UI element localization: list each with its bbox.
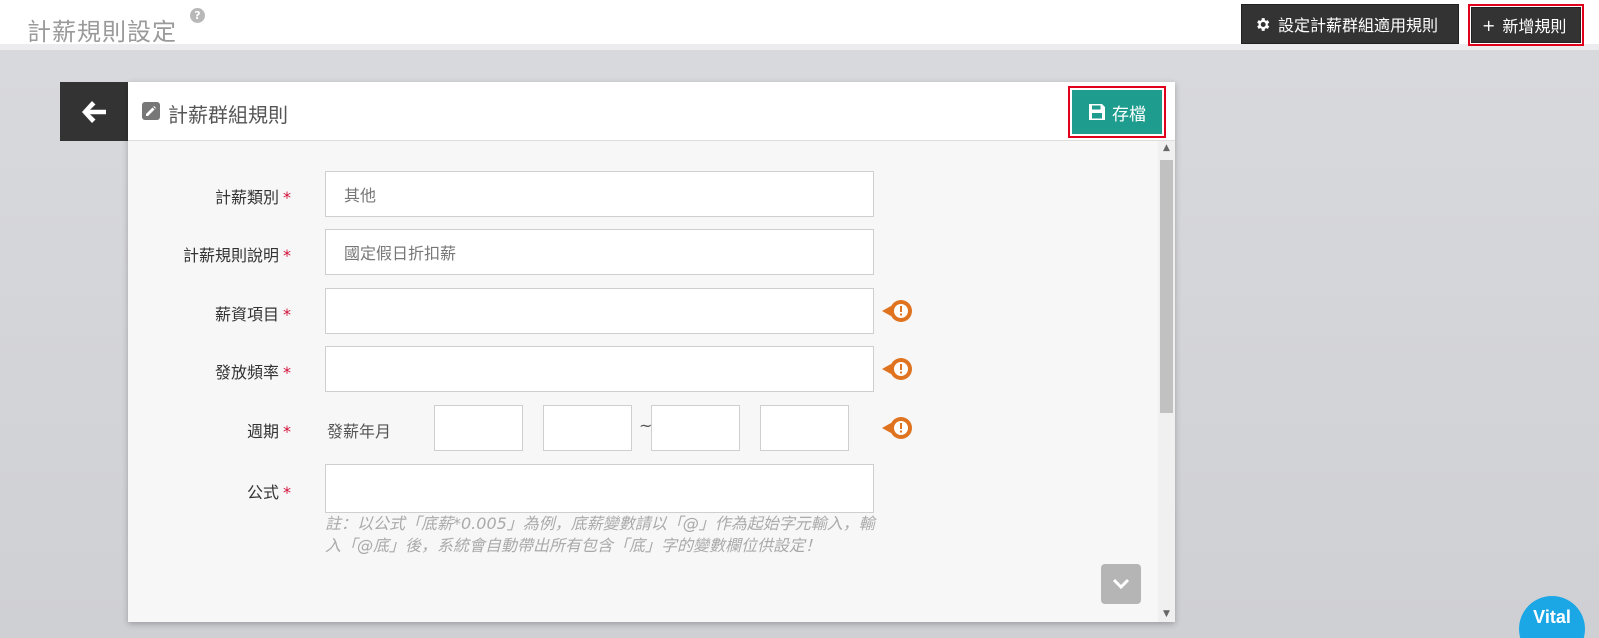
group-rule-card: 計薪群組規則 存檔 計薪類別 * 其他 計薪規則說明 * 國定假日折扣薪 薪資項目 * — [128, 82, 1175, 622]
scroll-thumb[interactable] — [1160, 160, 1173, 413]
card-title: 計薪群組規則 — [168, 103, 288, 127]
card-header: 計薪群組規則 存檔 — [128, 82, 1175, 141]
edit-icon — [142, 102, 160, 120]
pay-category-value: 其他 — [344, 186, 377, 205]
period-row: 週期 * 發薪年月 ~ — [128, 405, 1158, 451]
salary-item-label: 薪資項目 * — [214, 305, 291, 324]
rule-description-value: 國定假日折扣薪 — [344, 244, 457, 263]
group-rule-button[interactable]: 設定計薪群組適用規則 — [1241, 4, 1459, 44]
formula-label: 公式 * — [246, 483, 291, 502]
floppy-disk-icon — [1089, 104, 1105, 120]
pay-category-field[interactable]: 其他 — [325, 171, 874, 217]
pay-frequency-field[interactable] — [325, 346, 874, 392]
group-rule-label: 設定計薪群組適用規則 — [1278, 16, 1439, 35]
scroll-up-arrow[interactable]: ▲ — [1158, 141, 1175, 156]
help-icon[interactable]: ? — [190, 8, 205, 23]
period-from-month[interactable] — [543, 405, 632, 451]
period-label: 週期 * — [246, 422, 291, 441]
chevron-down-icon — [1112, 578, 1130, 590]
add-rule-label: 新增規則 — [1502, 17, 1567, 36]
warning-icon — [882, 300, 912, 322]
pay-frequency-row: 發放頻率 * — [128, 346, 1158, 392]
save-button[interactable]: 存檔 — [1072, 90, 1162, 134]
formula-row: 公式 * — [128, 464, 1158, 513]
rule-description-field[interactable]: 國定假日折扣薪 — [325, 229, 874, 275]
warning-icon — [882, 417, 912, 439]
form-area: 計薪類別* 其他 計薪規則說明* 國定假日折扣薪 薪資項目* 發放頻率* — [128, 141, 1158, 622]
period-prefix: 發薪年月 — [327, 422, 392, 441]
arrow-left-icon — [82, 100, 106, 123]
plus-icon: + — [1482, 15, 1496, 35]
salary-item-field[interactable] — [325, 288, 874, 334]
salary-item-row: 薪資項目 * — [128, 288, 1158, 334]
form-scrollbar[interactable]: ▲ ▼ — [1158, 141, 1175, 622]
back-button[interactable] — [60, 82, 128, 141]
formula-note: 註：以公式「底薪*0.005」為例，底薪變數請以「@」作為起始字元輸入，輸入「@… — [325, 514, 875, 555]
formula-field[interactable] — [325, 464, 874, 513]
warning-icon — [882, 358, 912, 380]
save-label: 存檔 — [1112, 104, 1146, 125]
pay-category-label: 計薪類別 * — [214, 188, 291, 207]
scroll-down-arrow[interactable]: ▼ — [1158, 607, 1175, 622]
rule-description-row: 計薪規則說明 * 國定假日折扣薪 — [128, 229, 1158, 275]
gear-icon — [1257, 17, 1270, 31]
period-from-year[interactable] — [434, 405, 523, 451]
page-title: 計薪規則設定 — [27, 18, 177, 46]
pay-frequency-label: 發放頻率 * — [214, 363, 291, 382]
period-to-month[interactable] — [760, 405, 849, 451]
rule-description-label: 計薪規則說明 * — [182, 246, 291, 265]
period-to-year[interactable] — [651, 405, 740, 451]
add-rule-button[interactable]: + 新增規則 — [1471, 7, 1581, 43]
pay-category-row: 計薪類別 * 其他 — [128, 171, 1158, 217]
vital-logo[interactable]: Vital — [1519, 596, 1585, 638]
scroll-to-bottom-button[interactable] — [1101, 564, 1141, 604]
